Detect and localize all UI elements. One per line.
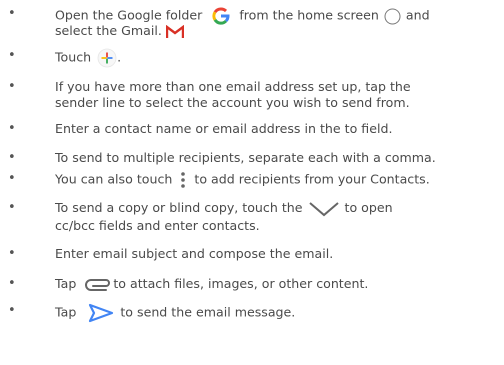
step-text: Enter a contact name or email address in…	[55, 121, 393, 136]
home-circle-icon	[384, 8, 401, 25]
step-text: Touch	[55, 49, 92, 65]
send-icon	[88, 303, 114, 323]
step-text: Tap	[55, 276, 77, 291]
bullet: •	[8, 303, 16, 318]
step-text: to add recipients from your Contacts.	[194, 171, 430, 187]
bullet: •	[8, 48, 16, 63]
bullet: •	[8, 79, 16, 94]
step-text: cc/bcc fields and enter contacts.	[55, 218, 260, 233]
paperclip-icon	[84, 277, 112, 293]
bullet: •	[8, 200, 16, 215]
step-text: to attach files, images, or other conten…	[113, 276, 369, 291]
step-text: from the home screen	[239, 7, 379, 23]
chevron-down-icon	[308, 201, 340, 217]
step-text: Enter email subject and compose the emai…	[55, 246, 334, 261]
bullet: •	[8, 171, 16, 186]
step-text: and	[405, 7, 430, 23]
step-text: sender line to select the account you wi…	[55, 95, 410, 110]
step-text: Open the Google folder	[55, 7, 203, 23]
compose-plus-icon	[97, 48, 117, 68]
step-text: You can also touch	[55, 171, 173, 187]
step-text: If you have more than one email address …	[55, 79, 411, 94]
bullet: •	[8, 150, 16, 165]
step-text: To send a copy or blind copy, touch the	[55, 200, 303, 215]
bullet: •	[8, 276, 16, 291]
step-text: to open	[344, 200, 393, 215]
step-text: Tap	[55, 304, 77, 320]
gmail-m-icon	[165, 24, 185, 39]
instructions-document: • Open the Google folder from the home s…	[0, 0, 504, 365]
step-text: To send to multiple recipients, separate…	[55, 150, 436, 165]
bullet: •	[8, 6, 16, 21]
more-vertical-dots-icon	[179, 171, 187, 189]
step-text: .	[117, 49, 122, 65]
step-text: to send the email message.	[120, 304, 296, 320]
bullet: •	[8, 246, 16, 261]
bullet: •	[8, 121, 16, 136]
step-text: select the Gmail.	[55, 23, 162, 38]
